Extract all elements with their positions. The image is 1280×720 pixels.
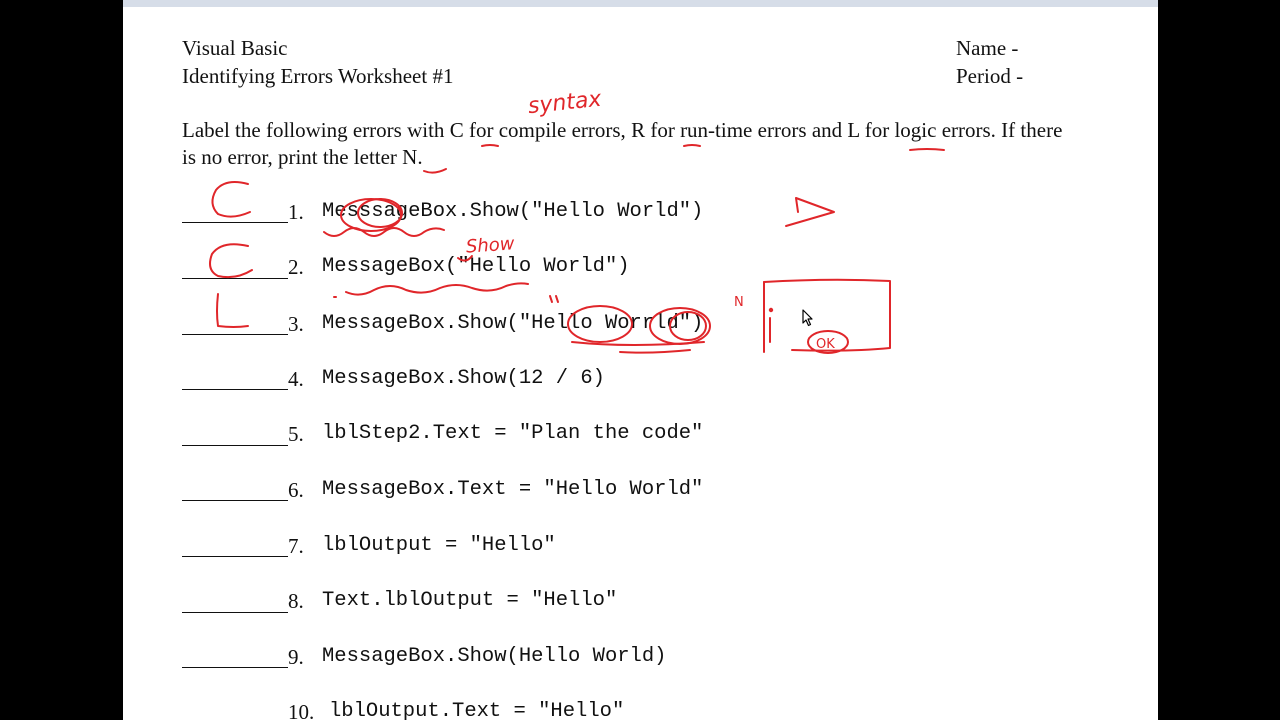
name-label: Name - (956, 36, 1019, 60)
course-title: Visual Basic (182, 36, 288, 60)
question-code: MessageBox.Show(12 / 6) (322, 367, 605, 390)
mouse-cursor-icon (802, 309, 813, 327)
question-code: MesssageBox.Show("Hello World") (322, 200, 704, 223)
worksheet-title: Identifying Errors Worksheet #1 (182, 64, 454, 88)
question-number: 5. (288, 422, 304, 446)
question-number: 1. (288, 200, 304, 224)
letter-l: L (847, 118, 860, 142)
letter-n: N (402, 145, 418, 169)
question-code: Text.lblOutput = "Hello" (322, 589, 618, 612)
question-number: 10. (288, 700, 315, 720)
answer-blank[interactable] (182, 612, 288, 613)
question-number: 6. (288, 478, 304, 502)
question-code: MessageBox.Text = "Hello World" (322, 478, 704, 501)
answer-blank[interactable] (182, 389, 288, 390)
instructions-line-1: Label the following errors with C for co… (182, 118, 1063, 142)
question-number: 4. (288, 367, 304, 391)
question-code: lblOutput.Text = "Hello" (329, 700, 625, 720)
question-number: 7. (288, 534, 304, 558)
answer-blank[interactable] (182, 445, 288, 446)
question-number: 9. (288, 645, 304, 669)
worksheet-page: Visual Basic Identifying Errors Workshee… (123, 0, 1158, 720)
answer-blank[interactable] (182, 500, 288, 501)
question-number: 8. (288, 589, 304, 613)
period-label: Period - (956, 64, 1024, 88)
answer-blank[interactable] (182, 278, 288, 279)
question-code: MessageBox.Show("Hello Worrld") (322, 312, 704, 335)
instructions-line-2: is no error, print the letter N. (182, 145, 423, 169)
answer-blank[interactable] (182, 667, 288, 668)
document-top-edge (123, 0, 1158, 7)
answer-blank[interactable] (182, 222, 288, 223)
question-number: 3. (288, 312, 304, 336)
question-code: MessageBox.Show(Hello World) (322, 645, 667, 668)
question-code: lblOutput = "Hello" (322, 534, 556, 557)
answer-blank[interactable] (182, 334, 288, 335)
question-code: MessageBox("Hello World") (322, 255, 630, 278)
video-frame: Visual Basic Identifying Errors Workshee… (0, 0, 1280, 720)
letter-r: R (631, 118, 646, 142)
question-code: lblStep2.Text = "Plan the code" (322, 422, 704, 445)
letter-c: C (449, 118, 464, 142)
answer-blank[interactable] (182, 556, 288, 557)
question-number: 2. (288, 255, 304, 279)
